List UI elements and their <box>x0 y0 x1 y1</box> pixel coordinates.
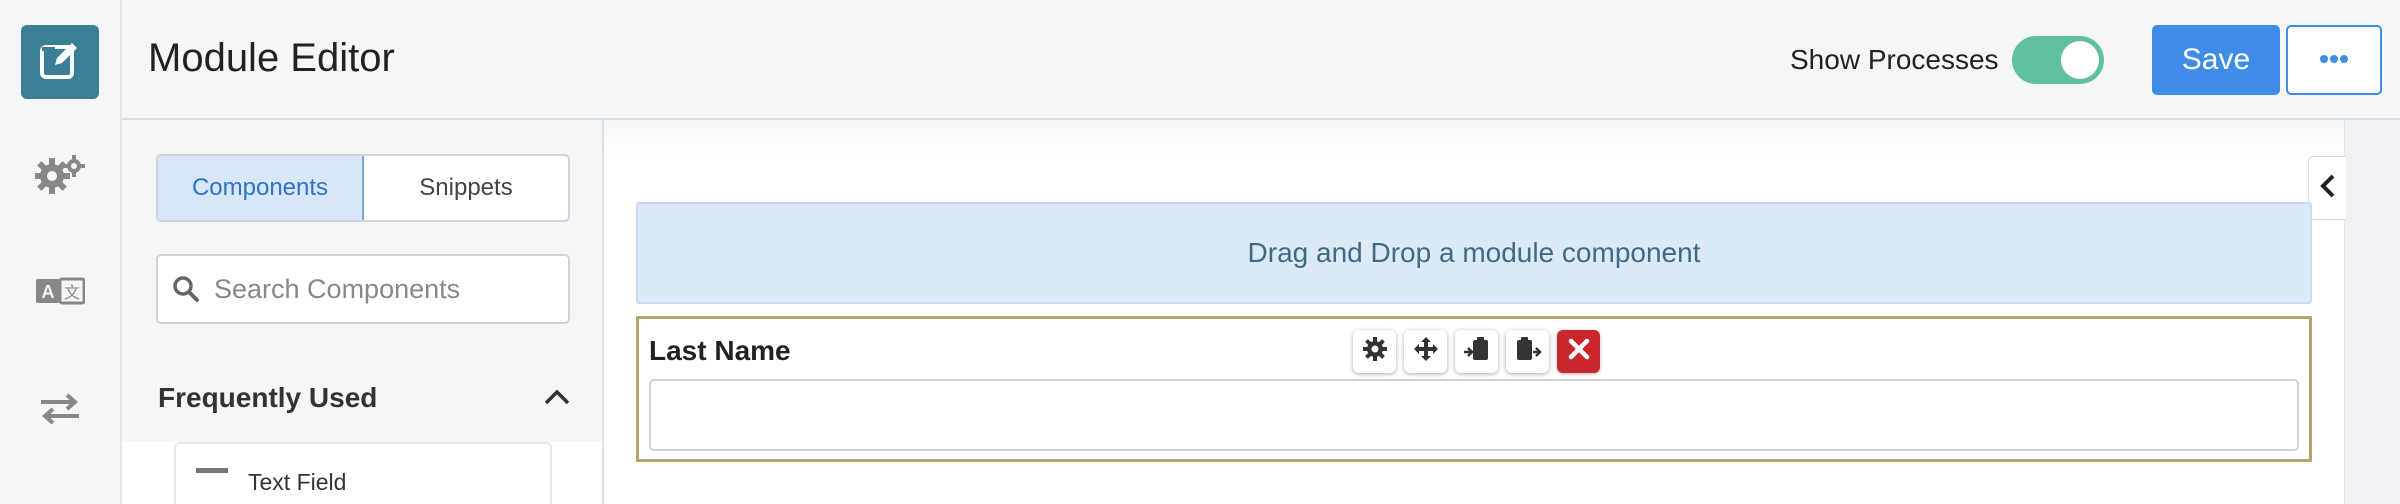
left-icon-rail: A 文 <box>0 0 122 504</box>
ellipsis-icon <box>2319 51 2349 69</box>
component-move-button[interactable] <box>1404 330 1447 373</box>
rail-translate-button[interactable]: A 文 <box>21 256 99 330</box>
tab-components[interactable]: Components <box>158 156 364 220</box>
drop-zone[interactable]: Drag and Drop a module component <box>636 202 2312 304</box>
component-item-label: Text Field <box>248 469 347 495</box>
search-box <box>156 254 570 324</box>
translate-icon: A 文 <box>35 275 86 312</box>
paste-before-button[interactable] <box>1455 330 1498 373</box>
gears-icon <box>34 154 85 201</box>
section-title: Frequently Used <box>158 382 378 413</box>
save-button[interactable]: Save <box>2152 25 2280 95</box>
last-name-input[interactable] <box>649 379 2299 451</box>
frequently-used-header[interactable]: Frequently Used <box>122 356 602 442</box>
edit-icon <box>39 39 81 86</box>
component-item-text-field[interactable]: Text Field <box>174 442 552 504</box>
collapse-panel-button[interactable] <box>2308 156 2346 220</box>
rail-settings-button[interactable] <box>21 140 99 214</box>
chevron-up-icon[interactable] <box>542 382 572 417</box>
toggle-knob <box>2061 41 2099 79</box>
swap-arrows-icon <box>39 392 81 429</box>
rail-integrations-button[interactable] <box>21 373 99 447</box>
selected-component[interactable]: Last Name <box>636 316 2312 462</box>
components-panel: Components Snippets Frequently Used <box>122 120 604 504</box>
search-icon <box>158 275 214 303</box>
header-bar: Module Editor Show Processes Save <box>122 0 2400 120</box>
rail-edit-button[interactable] <box>21 25 99 99</box>
dash-icon <box>196 468 228 473</box>
gear-icon <box>1361 335 1389 368</box>
field-label: Last Name <box>649 335 791 366</box>
delete-component-button[interactable] <box>1557 330 1600 373</box>
paste-after-icon <box>1514 335 1542 368</box>
chevron-left-icon <box>2318 172 2338 205</box>
right-panel-strip <box>2344 120 2400 504</box>
show-processes-label: Show Processes <box>1790 44 1999 75</box>
tab-snippets[interactable]: Snippets <box>364 156 568 220</box>
component-toolbar <box>1353 330 1600 373</box>
paste-before-icon <box>1463 335 1491 368</box>
svg-text:A: A <box>42 282 55 302</box>
component-settings-button[interactable] <box>1353 330 1396 373</box>
module-editor-app: A 文 Module Editor Show Processes Save Co… <box>0 0 2400 504</box>
panel-top: Components Snippets <box>122 120 602 356</box>
page-title: Module Editor <box>148 36 395 80</box>
search-input[interactable] <box>214 273 568 305</box>
more-options-button[interactable] <box>2286 25 2382 95</box>
delete-icon <box>1567 337 1591 366</box>
svg-text:文: 文 <box>64 284 80 302</box>
move-icon <box>1412 335 1440 368</box>
panel-tabs: Components Snippets <box>156 154 570 222</box>
show-processes-toggle[interactable] <box>2012 36 2104 84</box>
paste-after-button[interactable] <box>1506 330 1549 373</box>
